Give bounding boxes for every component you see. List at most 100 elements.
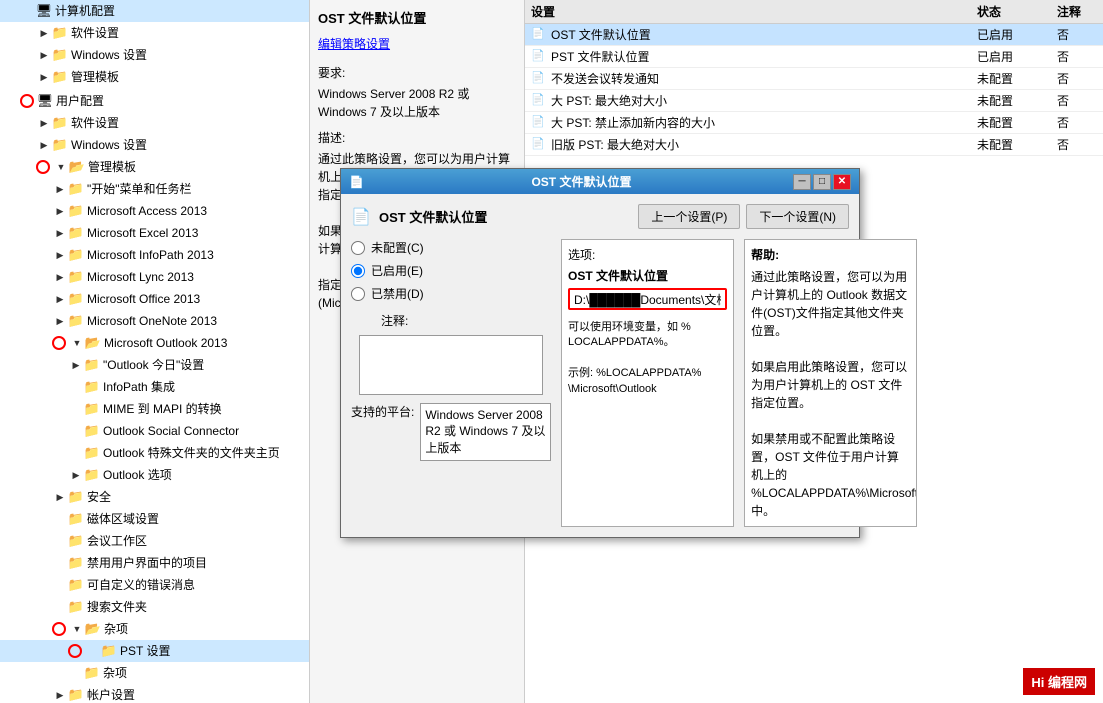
tree-item-user-windows[interactable]: Windows 设置 (0, 134, 309, 156)
tree-item-software-settings[interactable]: 软件设置 (0, 22, 309, 44)
row-note: 否 (1057, 26, 1097, 43)
folder-icon (84, 445, 100, 461)
folder-icon (84, 423, 100, 439)
tree-label: Microsoft InfoPath 2013 (87, 246, 214, 264)
tree-item-pst-settings[interactable]: PST 设置 (0, 640, 309, 662)
folder-icon (84, 467, 100, 483)
edit-policy-link[interactable]: 编辑策略设置 (318, 35, 516, 52)
tree-arrow (68, 467, 84, 483)
table-row[interactable]: 📄 大 PST: 禁止添加新内容的大小 未配置 否 (525, 112, 1103, 134)
tree-label: InfoPath 集成 (103, 378, 175, 396)
tree-arrow (68, 445, 84, 461)
tree-item-infopath[interactable]: Microsoft InfoPath 2013 (0, 244, 309, 266)
tree-label: 用户配置 (56, 92, 104, 110)
tree-item-windows-settings[interactable]: Windows 设置 (0, 44, 309, 66)
tree-label: 搜索文件夹 (87, 598, 147, 616)
tree-arrow (52, 489, 68, 505)
maximize-button[interactable]: □ (813, 174, 831, 190)
folder-icon (52, 137, 68, 153)
tree-arrow (52, 555, 68, 571)
tree-item-computer-config[interactable]: 🖥 计算机配置 (0, 0, 309, 22)
tree-label: 杂项 (104, 620, 128, 638)
tree-item-outlook-options[interactable]: Outlook 选项 (0, 464, 309, 486)
table-row[interactable]: 📄 不发送会议转发通知 未配置 否 (525, 68, 1103, 90)
table-row[interactable]: 📄 旧版 PST: 最大绝对大小 未配置 否 (525, 134, 1103, 156)
folder-icon (84, 665, 100, 681)
dialog-controls: ─ □ ✕ (793, 174, 851, 190)
help-text: 通过此策略设置，您可以为用户计算机上的 Outlook 数据文件(OST)文件指… (751, 268, 910, 520)
tree-item-account-settings[interactable]: 帐户设置 (0, 684, 309, 703)
radio-enabled-label: 已启用(E) (371, 262, 423, 279)
folder-icon (68, 555, 84, 571)
next-setting-button[interactable]: 下一个设置(N) (746, 204, 849, 229)
tree-item-meeting-workspace[interactable]: 会议工作区 (0, 530, 309, 552)
col-note-header: 注释 (1057, 3, 1097, 20)
tree-item-misc2[interactable]: 杂项 (0, 662, 309, 684)
folder-icon (68, 511, 84, 527)
red-marker-outlook (52, 336, 66, 350)
tree-label: PST 设置 (120, 642, 170, 660)
row-setting: 旧版 PST: 最大绝对大小 (551, 136, 977, 153)
tree-item-admin-templates[interactable]: 管理模板 (0, 66, 309, 88)
row-note: 否 (1057, 48, 1097, 65)
tree-item-start-menu[interactable]: "开始"菜单和任务栏 (0, 178, 309, 200)
tree-arrow (52, 181, 68, 197)
tree-item-misc[interactable]: 杂项 (0, 618, 309, 640)
folder-icon (68, 599, 84, 615)
tree-arrow (68, 401, 84, 417)
table-row[interactable]: 📄 OST 文件默认位置 已启用 否 (525, 24, 1103, 46)
tree-item-social-connector[interactable]: Outlook Social Connector (0, 420, 309, 442)
tree-item-search-folders[interactable]: 搜索文件夹 (0, 596, 309, 618)
close-button[interactable]: ✕ (833, 174, 851, 190)
radio-enabled[interactable] (351, 264, 365, 278)
tree-label: MIME 到 MAPI 的转换 (103, 400, 222, 418)
tree-arrow (36, 69, 52, 85)
tree-item-infopath-integration[interactable]: InfoPath 集成 (0, 376, 309, 398)
tree-item-mime-mapi[interactable]: MIME 到 MAPI 的转换 (0, 398, 309, 420)
folder-icon (52, 69, 68, 85)
prev-setting-button[interactable]: 上一个设置(P) (638, 204, 740, 229)
policy-title: OST 文件默认位置 (318, 8, 516, 27)
tree-label: 安全 (87, 488, 111, 506)
tree-arrow (68, 357, 84, 373)
tree-arrow (68, 379, 84, 395)
radio-disabled-row[interactable]: 已禁用(D) (351, 285, 551, 302)
tree-item-excel[interactable]: Microsoft Excel 2013 (0, 222, 309, 244)
col-state-header: 状态 (977, 3, 1057, 20)
dialog-title-icon: 📄 (349, 175, 364, 189)
tree-item-special-folder[interactable]: Outlook 特殊文件夹的文件夹主页 (0, 442, 309, 464)
tree-item-security[interactable]: 安全 (0, 486, 309, 508)
folder-icon (52, 47, 68, 63)
row-state: 已启用 (977, 26, 1057, 43)
tree-item-disabled-items[interactable]: 禁用用户界面中的项目 (0, 552, 309, 574)
tree-item-user-config[interactable]: 🖥 用户配置 (0, 90, 309, 112)
dialog-title-text: OST 文件默认位置 (531, 173, 631, 190)
minimize-button[interactable]: ─ (793, 174, 811, 190)
tree-item-onenote[interactable]: Microsoft OneNote 2013 (0, 310, 309, 332)
tree-view[interactable]: 🖥 计算机配置 软件设置 Windows 设置 管理模板 🖥 用户配置 软件设置… (0, 0, 310, 703)
tree-item-access[interactable]: Microsoft Access 2013 (0, 200, 309, 222)
table-row[interactable]: 📄 PST 文件默认位置 已启用 否 (525, 46, 1103, 68)
watermark: Hi 编程网 (1023, 668, 1095, 695)
tree-item-lync[interactable]: Microsoft Lync 2013 (0, 266, 309, 288)
note-label: 注释: (381, 312, 551, 329)
tree-arrow (52, 291, 68, 307)
radio-enabled-row[interactable]: 已启用(E) (351, 262, 551, 279)
dialog-header-title: OST 文件默认位置 (379, 207, 487, 226)
radio-not-configured[interactable] (351, 241, 365, 255)
tree-item-outlook[interactable]: Microsoft Outlook 2013 (0, 332, 309, 354)
radio-not-configured-row[interactable]: 未配置(C) (351, 239, 551, 256)
tree-item-regional[interactable]: 磁体区域设置 (0, 508, 309, 530)
ost-path-input[interactable] (568, 288, 727, 310)
tree-label: 软件设置 (71, 114, 119, 132)
table-row[interactable]: 📄 大 PST: 最大绝对大小 未配置 否 (525, 90, 1103, 112)
tree-arrow (52, 687, 68, 703)
note-box[interactable] (359, 335, 543, 395)
tree-item-customizable-errors[interactable]: 可自定义的错误消息 (0, 574, 309, 596)
radio-disabled[interactable] (351, 287, 365, 301)
description-label: 描述: (318, 129, 516, 146)
tree-item-user-software[interactable]: 软件设置 (0, 112, 309, 134)
tree-item-office[interactable]: Microsoft Office 2013 (0, 288, 309, 310)
tree-item-user-admin-templates[interactable]: 管理模板 (0, 156, 309, 178)
tree-item-outlook-today[interactable]: "Outlook 今日"设置 (0, 354, 309, 376)
